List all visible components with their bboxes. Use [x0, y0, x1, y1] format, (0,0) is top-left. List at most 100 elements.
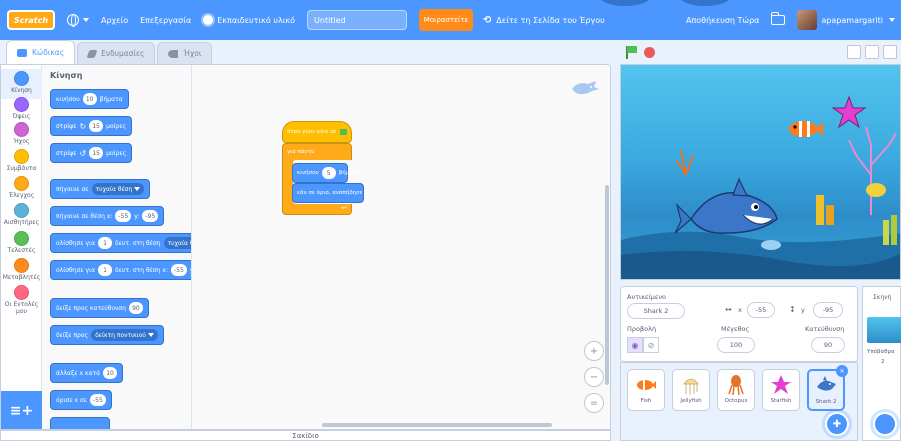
category-motion[interactable]: Κίνηση — [1, 69, 42, 99]
tutorials-menu[interactable]: Εκπαιδευτικό υλικό — [203, 15, 295, 25]
stop-button[interactable] — [644, 46, 655, 58]
block-set-x[interactable]: όρισε x σε -55 — [50, 390, 112, 410]
see-project-page-button[interactable]: ⟲ Δείτε τη Σελίδα του Έργου — [483, 15, 605, 26]
block-glide-random[interactable]: ολίσθησε για 1 δευτ. στη θέση τυχαία θέσ… — [50, 233, 191, 253]
sprite-tile-shark-2[interactable]: Shark 2 ✕ — [807, 365, 848, 411]
account-chevron-down-icon[interactable] — [889, 18, 895, 22]
project-title-input[interactable] — [307, 10, 408, 30]
chevron-down-icon — [147, 333, 154, 337]
block-glide-xy[interactable]: ολίσθησε για 1 δευτ. στη θέση x: -55 y: — [50, 260, 191, 280]
zoom-reset-button[interactable]: = — [584, 393, 604, 413]
sprite-tile-starfish[interactable]: Starfish — [762, 369, 800, 411]
stage-thumbnail[interactable] — [867, 317, 901, 343]
block-text: μοίρες — [106, 149, 127, 157]
category-sensing[interactable]: Αισθητήρες — [1, 203, 42, 226]
category-sound[interactable]: Ήχος — [1, 122, 42, 145]
sprite-tile-jellyfish[interactable]: Jellyfish — [672, 369, 710, 411]
direction-input[interactable]: 90 — [811, 337, 845, 353]
shark-icon — [817, 376, 836, 391]
small-stage-button[interactable] — [847, 45, 861, 59]
block-input[interactable]: -55 — [115, 210, 132, 222]
normal-stage-button[interactable] — [865, 45, 879, 59]
block-text: όρισε x σε — [56, 396, 87, 404]
sprite-name-input[interactable]: Shark 2 — [627, 303, 685, 319]
zoom-out-button[interactable]: − — [584, 367, 604, 387]
block-input[interactable]: 15 — [89, 147, 104, 159]
file-menu[interactable]: Αρχείο — [101, 16, 128, 25]
sprite-tile-octopus[interactable]: Octopus — [717, 369, 755, 411]
when-flag-clicked-block[interactable]: όταν γίνει κλικ σε — [282, 121, 352, 143]
y-position-input[interactable]: -95 — [813, 302, 843, 318]
block-input[interactable]: 10 — [82, 93, 97, 105]
block-dropdown[interactable]: τυχαία θέση — [163, 237, 191, 249]
edit-menu[interactable]: Επεξεργασία — [140, 16, 191, 25]
category-menu: Κίνηση Όψεις Ήχος Συμβάντα Έλεγχος Αισθη… — [1, 65, 42, 429]
fullscreen-button[interactable] — [883, 45, 897, 59]
block-change-x[interactable]: άλλαξε x κατά 10 — [50, 363, 124, 383]
add-extension-button[interactable]: ≡+ — [1, 391, 42, 429]
block-input[interactable]: 1 — [98, 237, 113, 249]
sprite-name: Octopus — [724, 398, 748, 404]
add-sprite-button[interactable]: ✚ — [825, 412, 849, 436]
save-now-button[interactable]: Αποθήκευση Τώρα — [686, 16, 759, 25]
block-input[interactable]: -95 — [142, 210, 159, 222]
x-position-input[interactable]: -55 — [747, 302, 775, 318]
hide-sprite-button[interactable]: ⊘ — [643, 337, 659, 353]
zoom-in-button[interactable]: + — [584, 341, 604, 361]
share-button[interactable]: Μοιραστείτε — [419, 9, 474, 31]
delete-sprite-trash-icon[interactable]: ✕ — [836, 365, 848, 377]
category-events[interactable]: Συμβάντα — [1, 149, 42, 172]
coral-icon — [848, 126, 897, 215]
operators-dot-icon — [14, 231, 29, 246]
tab-code[interactable]: Κώδικας — [6, 40, 76, 64]
category-looks[interactable]: Όψεις — [1, 97, 42, 120]
add-backdrop-button[interactable] — [873, 412, 897, 436]
block-text: ολίσθησε για — [56, 239, 96, 247]
my-stuff-folder-icon[interactable] — [771, 12, 786, 25]
size-input[interactable]: 100 — [717, 337, 755, 353]
block-input[interactable]: 5 — [321, 167, 336, 179]
category-variables[interactable]: Μεταβλητές — [1, 258, 42, 281]
block-turn-right[interactable]: στρίψε ↻ 15 μοίρες — [50, 116, 133, 136]
category-control[interactable]: Έλεγχος — [1, 176, 42, 199]
y-arrows-icon: ↕ — [789, 305, 796, 314]
tab-costumes[interactable]: Ενδυμασίες — [77, 42, 156, 64]
avatar[interactable] — [797, 10, 818, 30]
block-dropdown[interactable]: τυχαία θέση — [91, 183, 145, 195]
username[interactable]: apapamargariti — [821, 16, 883, 25]
show-sprite-button[interactable]: ◉ — [627, 337, 643, 353]
block-point-towards[interactable]: δείξε προς δείκτη ποντικιού — [50, 325, 164, 345]
block-go-to[interactable]: πήγαινε σε τυχαία θέση — [50, 179, 151, 199]
category-my-blocks[interactable]: Οι Εντολές μου — [1, 285, 42, 315]
block-input[interactable]: 1 — [98, 264, 113, 276]
block-input[interactable]: -55 — [89, 394, 106, 406]
block-move-steps[interactable]: κινήσου 10 βήματα — [50, 89, 129, 109]
block-input[interactable]: 15 — [89, 120, 104, 132]
script-move-steps[interactable]: κινήσου 5 βήματα — [292, 163, 360, 183]
loop-arrow-icon: ↩ — [341, 204, 347, 212]
stage-selector[interactable]: Σκηνή Υπόβαθρα 2 — [862, 286, 901, 441]
stage[interactable] — [620, 64, 901, 280]
script-bounce[interactable]: εάν σε όριο, αναπήδησε — [292, 183, 364, 203]
eye-icon: ◉ — [631, 340, 639, 350]
block-dropdown[interactable]: δείκτη ποντικιού — [91, 329, 158, 341]
category-operators[interactable]: Τελεστές — [1, 231, 42, 254]
sprite-tile-fish[interactable]: Fish — [627, 369, 665, 411]
motion-dot-icon — [14, 71, 29, 86]
script-vertical-scrollbar[interactable] — [605, 185, 609, 385]
block-text: κινήσου — [297, 170, 319, 176]
block-point-direction[interactable]: δείξε προς κατεύθυνση 90 — [50, 298, 149, 318]
script-horizontal-scrollbar[interactable] — [322, 423, 552, 427]
language-menu[interactable] — [67, 14, 89, 27]
tab-sounds[interactable]: Ήχοι — [157, 42, 213, 64]
green-flag-button[interactable] — [624, 45, 638, 59]
scratch-logo[interactable]: Scratch — [7, 10, 55, 30]
block-partial[interactable] — [50, 417, 110, 429]
script-area[interactable]: όταν γίνει κλικ σε για πάντα ↩ κινήσου 5… — [192, 65, 610, 429]
block-input[interactable]: 90 — [128, 302, 143, 314]
block-input[interactable]: -55 — [170, 264, 187, 276]
block-input[interactable]: 10 — [103, 367, 118, 379]
block-turn-left[interactable]: στρίψε ↺ 15 μοίρες — [50, 143, 133, 163]
block-go-to-xy[interactable]: πήγαινε σε θέση x: -55 y: -95 — [50, 206, 165, 226]
backpack[interactable]: Σακίδιο — [0, 430, 611, 441]
